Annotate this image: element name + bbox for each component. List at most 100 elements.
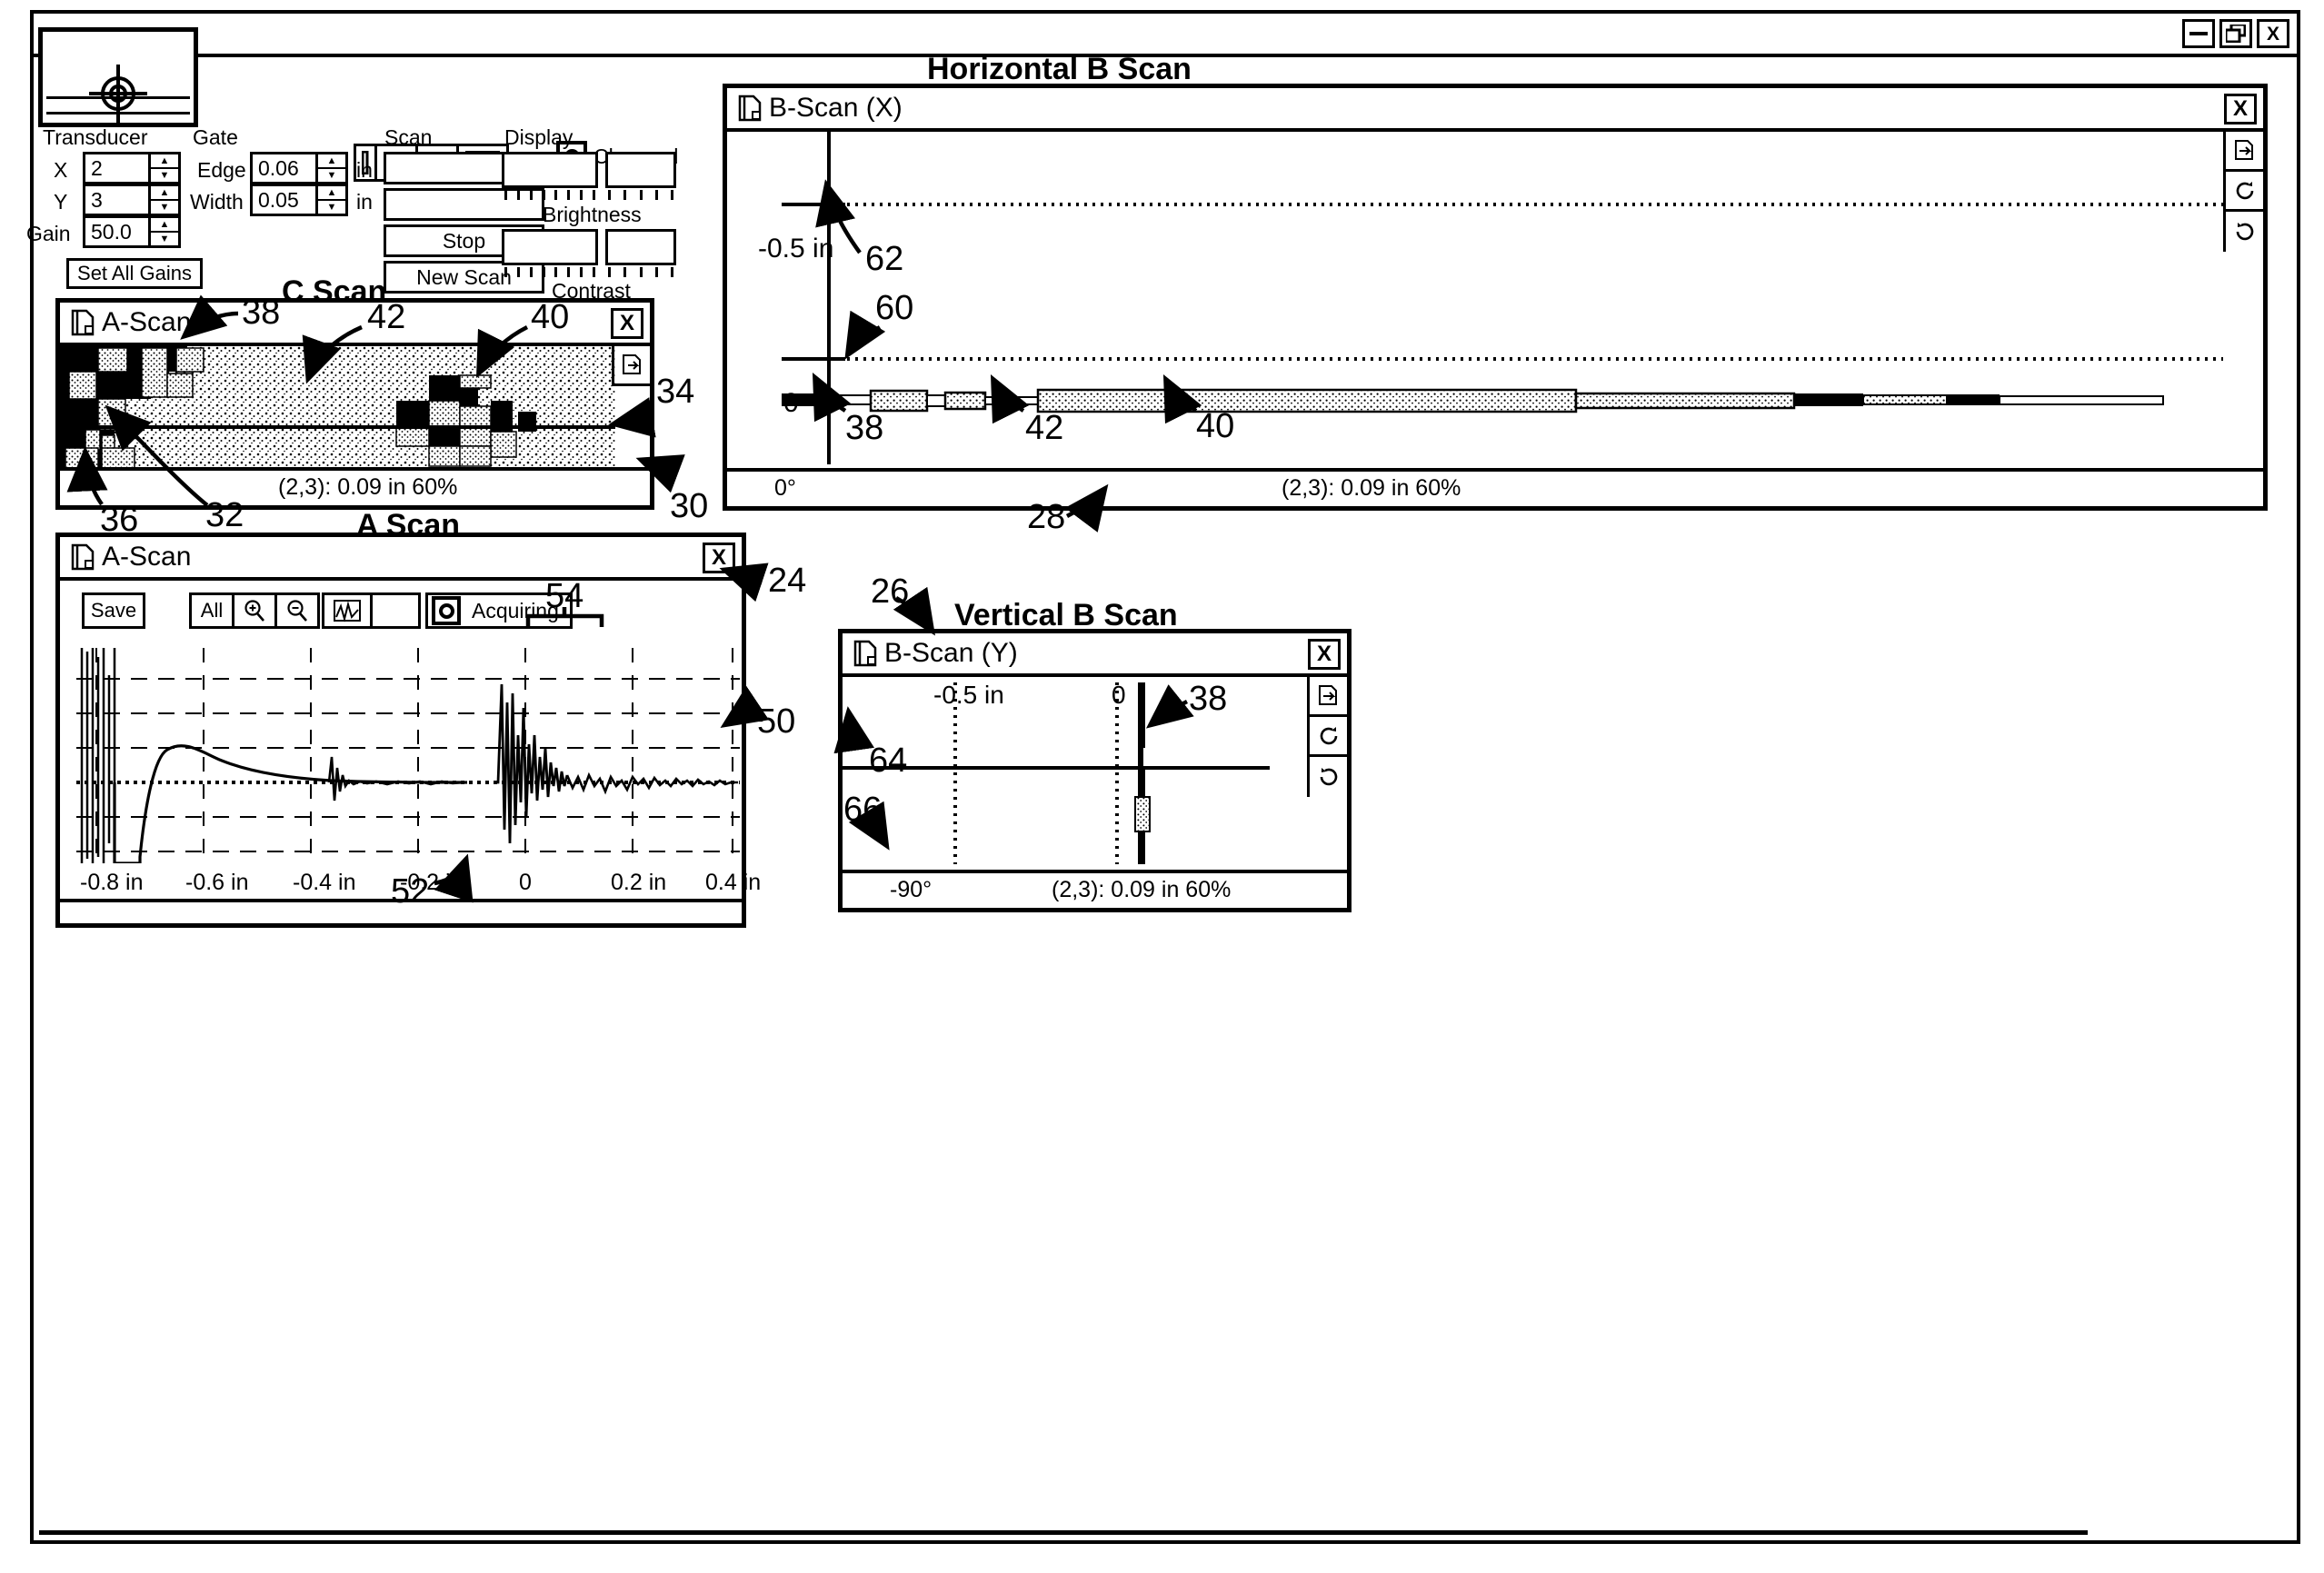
b-scan-x-tools [2223,132,2263,252]
b-scan-x-ytick-1: 0 [783,388,799,418]
rotate-cw-icon[interactable] [2226,172,2263,212]
b-scan-x-status-left: 0° [774,475,796,501]
c-scan-close-button[interactable]: X [611,308,643,339]
gate-group-label: Gate [193,125,238,149]
set-all-gains-button[interactable]: Set All Gains [66,258,203,289]
a-scan-titlebar: A-Scan X [60,537,742,581]
a-scan-xtick-5: 0.2 in [611,870,667,895]
transducer-strip-upper [46,96,190,99]
ref-24: 24 [768,562,807,600]
gate-edge-value[interactable]: 0.06 [253,154,315,182]
ref-64: 64 [869,742,908,780]
export-icon[interactable] [1310,677,1347,717]
transducer-y-value[interactable]: 3 [85,186,148,214]
gate-width-value[interactable]: 0.05 [253,186,315,214]
horizontal-b-scan-window: B-Scan (X) X -0.5 in 0 0° (2,3): 0.09 in… [723,84,2268,511]
ref-40-cscan: 40 [531,298,570,336]
b-scan-y-statusbar: -90° (2,3): 0.09 in 60% [843,870,1347,908]
ref-38-bx: 38 [845,409,884,447]
brightness-value-box[interactable] [605,152,676,188]
transducer-gain-arrows[interactable]: ▲ ▼ [148,218,178,245]
new-scan-button[interactable]: New Scan [384,261,544,294]
record-indicator-icon [432,596,461,625]
b-scan-x-titlebar: B-Scan (X) X [727,88,2263,132]
chevron-up-icon[interactable]: ▲ [318,186,345,201]
zoom-button-group[interactable]: All [189,592,320,629]
contrast-ticks [504,267,595,277]
waveform-button-group[interactable] [322,592,421,629]
ref-28: 28 [1027,498,1066,536]
restore-button[interactable] [2219,19,2252,48]
a-scan-xtick-6: 0.4 in [705,870,762,895]
zoom-in-icon[interactable] [234,595,277,626]
ref-30: 30 [670,487,709,525]
a-scan-plot[interactable] [76,648,740,863]
blank-swatch[interactable] [373,595,418,626]
gate-edge-stepper[interactable]: 0.06 ▲ ▼ [250,152,348,184]
b-scan-x-close-button[interactable]: X [2224,94,2257,124]
zoom-out-icon[interactable] [277,595,317,626]
chevron-up-icon[interactable]: ▲ [151,186,178,201]
rotate-cw-icon[interactable] [1310,717,1347,757]
b-scan-x-title: B-Scan (X) [769,93,903,123]
bottom-rule [39,1530,2088,1535]
close-button[interactable]: X [2257,19,2289,48]
chevron-down-icon[interactable]: ▼ [151,169,178,182]
ref-26: 26 [871,572,910,611]
a-scan-xtick-0: -0.8 in [80,870,144,895]
transducer-x-value[interactable]: 2 [85,154,148,182]
c-scan-image[interactable] [60,346,615,472]
scan-group-label: Scan [384,125,433,149]
chevron-up-icon[interactable]: ▲ [151,218,178,233]
a-scan-title: A-Scan [102,542,192,572]
chevron-up-icon[interactable]: ▲ [318,154,345,169]
horizontal-b-scan-caption: Horizontal B Scan [927,52,1192,86]
brightness-value-ticks [608,190,673,200]
b-scan-y-close-button[interactable]: X [1308,639,1341,670]
transducer-y-stepper[interactable]: 3 ▲ ▼ [83,184,181,216]
rotate-ccw-icon[interactable] [2226,212,2263,252]
transducer-x-stepper[interactable]: 2 ▲ ▼ [83,152,181,184]
chevron-down-icon[interactable]: ▼ [318,169,345,182]
transducer-gain-value[interactable]: 50.0 [85,218,148,245]
chevron-up-icon[interactable]: ▲ [151,154,178,169]
chevron-down-icon[interactable]: ▼ [151,201,178,214]
save-button[interactable]: Save [82,592,145,629]
contrast-slider-track[interactable] [502,229,598,265]
b-scan-y-plot[interactable] [843,677,1307,868]
transducer-y-arrows[interactable]: ▲ ▼ [148,186,178,214]
minimize-button[interactable] [2182,19,2215,48]
ref-38-by: 38 [1189,680,1228,718]
contrast-value-box[interactable] [605,229,676,265]
gate-width-unit: in [356,190,373,214]
gate-width-stepper[interactable]: 0.05 ▲ ▼ [250,184,348,216]
b-scan-x-ytick-0: -0.5 in [758,234,834,264]
chevron-down-icon[interactable]: ▼ [318,201,345,214]
transducer-x-arrows[interactable]: ▲ ▼ [148,154,178,182]
vertical-b-scan-window: B-Scan (Y) X -0.5 in 0 -90° (2,3): 0.09 … [838,629,1352,912]
ref-52: 52 [391,872,430,911]
b-scan-x-plot[interactable] [727,132,2223,464]
rotate-ccw-icon[interactable] [1310,757,1347,797]
brightness-label: Brightness [543,203,642,226]
export-icon[interactable] [612,346,650,386]
export-icon[interactable] [2226,132,2263,172]
document-icon [71,543,95,571]
a-scan-xtick-4: 0 [519,870,532,895]
brightness-slider-track[interactable] [502,152,598,188]
gate-width-arrows[interactable]: ▲ ▼ [315,186,345,214]
gate-edge-unit: in [356,158,373,182]
transducer-preview[interactable] [38,27,198,127]
zoom-all-button[interactable]: All [192,595,234,626]
b-scan-y-titlebar: B-Scan (Y) X [843,633,1347,677]
a-scan-close-button[interactable]: X [703,543,735,573]
ref-34: 34 [656,373,695,411]
transducer-gain-stepper[interactable]: 50.0 ▲ ▼ [83,215,181,248]
chevron-down-icon[interactable]: ▼ [151,233,178,245]
ref-60: 60 [875,289,914,327]
contrast-value-ticks [608,267,673,277]
ref-32: 32 [205,496,244,534]
waveform-icon[interactable] [324,595,373,626]
ref-42-bx: 42 [1025,409,1064,447]
gate-edge-arrows[interactable]: ▲ ▼ [315,154,345,182]
